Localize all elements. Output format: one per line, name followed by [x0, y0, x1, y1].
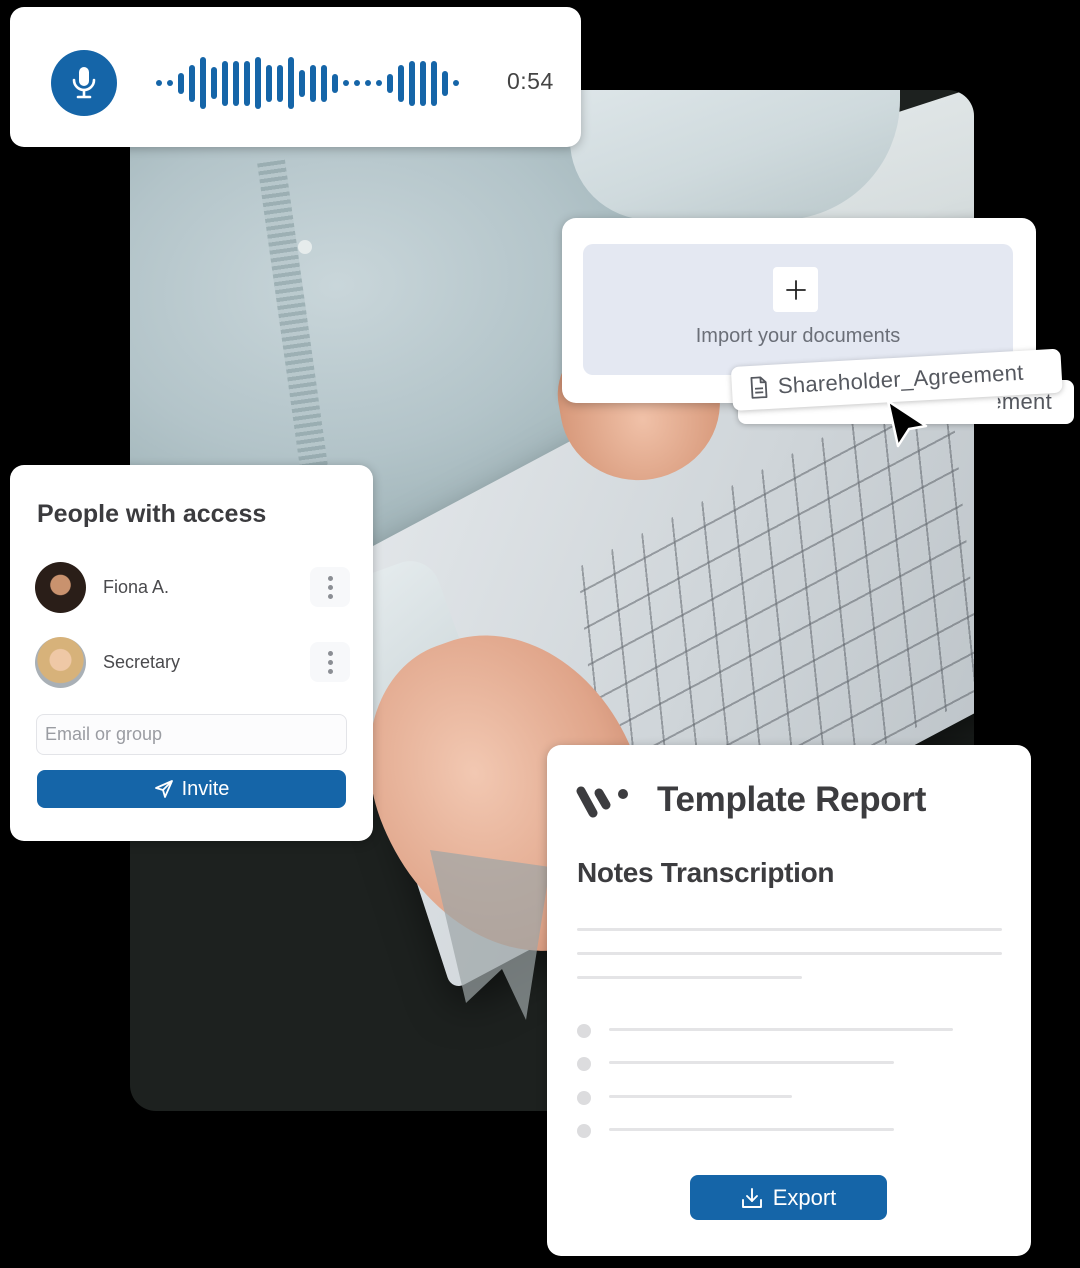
- member-row: Fiona A.: [35, 561, 350, 613]
- export-button[interactable]: Export: [690, 1175, 887, 1220]
- waveform-bar: [178, 72, 184, 94]
- invite-button[interactable]: Invite: [37, 770, 346, 808]
- import-label: Import your documents: [695, 325, 901, 347]
- photo-shirt-button: [298, 240, 312, 254]
- waveform-bar: [255, 57, 261, 109]
- audio-waveform: [156, 57, 471, 109]
- avatar: [35, 561, 86, 613]
- waveform-bar: [277, 64, 283, 102]
- member-options-button[interactable]: [310, 567, 350, 607]
- recording-duration: 0:54: [507, 68, 554, 94]
- placeholder-bullet-line: [609, 1028, 953, 1031]
- bullet-point: [577, 1024, 591, 1038]
- waveform-bar: [222, 60, 228, 106]
- placeholder-bullet-line: [609, 1061, 894, 1065]
- waveform-bar: [266, 64, 272, 102]
- dragged-file-name: Shareholder_Agreement: [777, 359, 1025, 399]
- waveform-bar: [365, 80, 371, 86]
- people-title: People with access: [37, 500, 267, 528]
- bullet-point: [577, 1090, 591, 1105]
- member-row: Secretary: [35, 636, 350, 688]
- waveform-bar: [376, 80, 382, 86]
- waveform-bar: [398, 64, 404, 102]
- people-with-access-card: People with access Fiona A. Secretary In…: [10, 465, 373, 841]
- member-name: Secretary: [103, 651, 181, 672]
- waveform-bar: [420, 60, 426, 106]
- add-document-button[interactable]: [773, 267, 818, 312]
- waveform-bar: [299, 69, 305, 97]
- brand-logo-icon: [576, 786, 628, 818]
- report-subtitle: Notes Transcription: [577, 857, 835, 888]
- bullet-point: [577, 1057, 591, 1072]
- placeholder-text-line: [577, 952, 1002, 955]
- avatar: [35, 636, 86, 688]
- waveform-bar: [354, 80, 360, 86]
- waveform-bar: [288, 57, 294, 109]
- waveform-bar: [310, 64, 316, 102]
- audio-recorder-card: 0:54: [10, 7, 581, 147]
- send-icon: [154, 780, 173, 798]
- waveform-bar: [156, 80, 162, 86]
- waveform-bar: [167, 80, 173, 86]
- email-or-group-input[interactable]: [36, 714, 347, 755]
- waveform-bar: [453, 80, 459, 86]
- placeholder-text-line: [577, 976, 802, 979]
- invite-label: Invite: [181, 777, 230, 800]
- template-report-card: Template Report Notes Transcription Expo…: [547, 745, 1031, 1256]
- microphone-icon: [72, 67, 96, 99]
- waveform-bar: [409, 60, 415, 106]
- document-icon: [750, 376, 768, 399]
- placeholder-text-line: [577, 928, 1002, 931]
- waveform-bar: [343, 80, 349, 86]
- member-options-button[interactable]: [310, 642, 350, 682]
- report-title: Template Report: [657, 780, 927, 819]
- waveform-bar: [332, 73, 338, 93]
- placeholder-bullet-line: [609, 1127, 894, 1131]
- plus-icon: [785, 279, 806, 300]
- pointer-cursor-icon: [886, 399, 928, 448]
- more-vertical-icon: [327, 575, 333, 581]
- waveform-bar: [442, 70, 448, 96]
- record-button[interactable]: [51, 50, 117, 116]
- waveform-bar: [200, 57, 206, 109]
- waveform-bar: [211, 67, 217, 99]
- export-label: Export: [772, 1184, 837, 1210]
- waveform-bar: [189, 64, 195, 102]
- download-icon: [741, 1187, 762, 1208]
- waveform-bar: [244, 60, 250, 106]
- waveform-bar: [233, 60, 239, 106]
- bullet-point: [577, 1123, 591, 1138]
- member-name: Fiona A.: [103, 576, 170, 597]
- more-vertical-icon: [327, 650, 333, 656]
- placeholder-bullet-line: [609, 1094, 792, 1098]
- waveform-bar: [321, 64, 327, 102]
- waveform-bar: [431, 60, 437, 106]
- waveform-bar: [387, 73, 393, 93]
